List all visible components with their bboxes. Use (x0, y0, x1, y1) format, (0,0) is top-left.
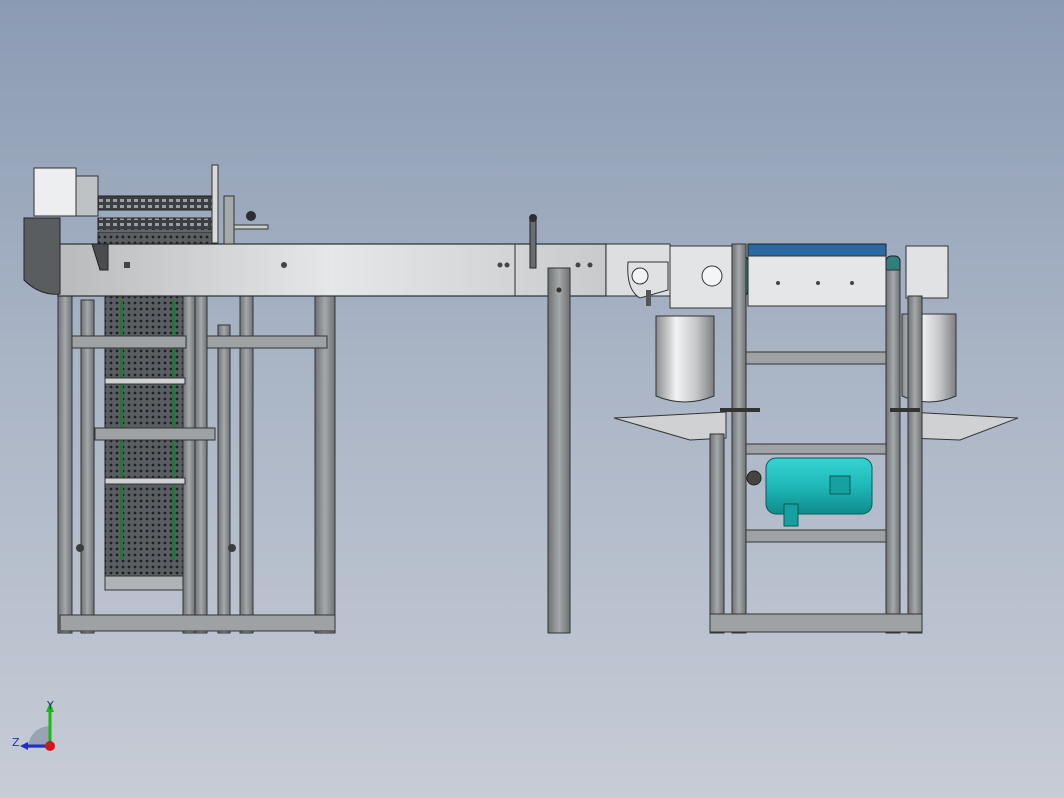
tension-bolt (646, 290, 651, 306)
gearbox-housing (23, 217, 61, 295)
frame-post (907, 295, 923, 634)
cad-viewport[interactable]: Y Z (0, 0, 1064, 798)
y-axis-label: Y (46, 699, 54, 712)
frame-post (57, 267, 73, 634)
drive-shaft (233, 224, 269, 230)
bolt-icon (504, 262, 510, 268)
z-axis-label: Z (12, 736, 20, 749)
frame-brace (94, 427, 216, 441)
bolt-icon (497, 262, 503, 268)
chain-belt (97, 231, 217, 245)
belt-bottom-tray (104, 575, 188, 591)
bolt-icon (575, 262, 581, 268)
adjust-handle (529, 219, 537, 269)
bolt-icon (587, 262, 593, 268)
frame-post (182, 267, 196, 634)
knob-icon (529, 214, 537, 222)
frame-post (194, 267, 208, 634)
right-section (613, 243, 1019, 634)
bin-left (655, 315, 715, 403)
bolt-icon (556, 287, 562, 293)
beam-body (57, 243, 607, 297)
bolt-icon (850, 281, 854, 285)
frame-brace (745, 443, 887, 455)
chute-left (613, 411, 727, 441)
drive-cover (33, 167, 77, 217)
z-axis-arrowhead (20, 742, 28, 750)
chute-right (907, 411, 1019, 441)
end-housing (905, 245, 949, 299)
elevator-section (57, 267, 336, 634)
bolt-icon (281, 262, 287, 268)
frame-post (709, 433, 725, 634)
side-plate (223, 195, 235, 245)
frame-brace (745, 529, 887, 543)
pulley-icon (631, 267, 649, 285)
frame-post (885, 269, 901, 634)
drive-motor (765, 457, 873, 515)
bearing-icon (228, 544, 236, 552)
bolt-icon (816, 281, 820, 285)
bolt-icon (124, 262, 130, 268)
chain-belt (97, 195, 217, 211)
drive-plate (75, 175, 99, 217)
chain-belt (97, 217, 217, 231)
conveyor-assembly-drawing: Y Z (12, 164, 1019, 751)
chute-rail (890, 408, 920, 412)
bolt-icon (776, 281, 780, 285)
x-axis-arrow-icon (45, 741, 55, 751)
chute-rail (720, 408, 760, 412)
frame-brace (206, 335, 328, 349)
motor-foot (783, 503, 799, 527)
belt-slat (104, 377, 186, 385)
frame-post (80, 299, 95, 634)
roller-box (747, 255, 887, 307)
knob-icon (246, 211, 256, 221)
belt-slat (104, 477, 186, 485)
bearing-icon (76, 544, 84, 552)
frame-base-rail (59, 614, 336, 632)
frame-brace (71, 335, 187, 349)
frame-base-rail (709, 613, 923, 633)
frame-brace (745, 351, 887, 365)
gear-icon (746, 470, 762, 486)
side-plate (211, 164, 219, 244)
support-leg (547, 267, 571, 634)
frame-post (731, 243, 747, 634)
motor-terminal-box (829, 475, 851, 495)
axis-triad: Y Z (12, 699, 55, 751)
pulley-icon (701, 265, 723, 287)
frame-post (217, 324, 231, 634)
